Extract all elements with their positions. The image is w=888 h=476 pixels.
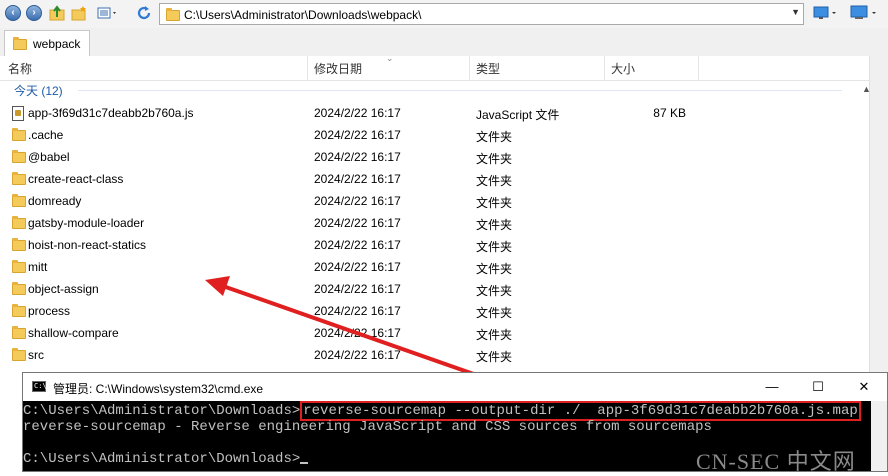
close-button[interactable]: ✕ xyxy=(841,376,887,398)
watermark: CN-SEC 中文网 xyxy=(696,449,856,474)
cmd-scrollbar[interactable] xyxy=(871,401,887,471)
highlighted-command: reverse-sourcemap --output-dir ./ app-3f… xyxy=(300,401,861,421)
console-output-line: reverse-sourcemap - Reverse engineering … xyxy=(23,419,712,435)
text-cursor xyxy=(300,462,309,464)
maximize-button[interactable]: ☐ xyxy=(795,376,841,398)
console-prompt: C:\Users\Administrator\Downloads> xyxy=(23,451,301,467)
minimize-button[interactable]: — xyxy=(749,376,795,398)
cmd-titlebar[interactable]: C:\ 管理员: C:\Windows\system32\cmd.exe — ☐… xyxy=(23,373,887,401)
cmd-icon: C:\ xyxy=(32,381,47,392)
console-prompt: C:\Users\Administrator\Downloads> xyxy=(23,403,301,419)
cmd-title: 管理员: C:\Windows\system32\cmd.exe xyxy=(53,382,264,396)
